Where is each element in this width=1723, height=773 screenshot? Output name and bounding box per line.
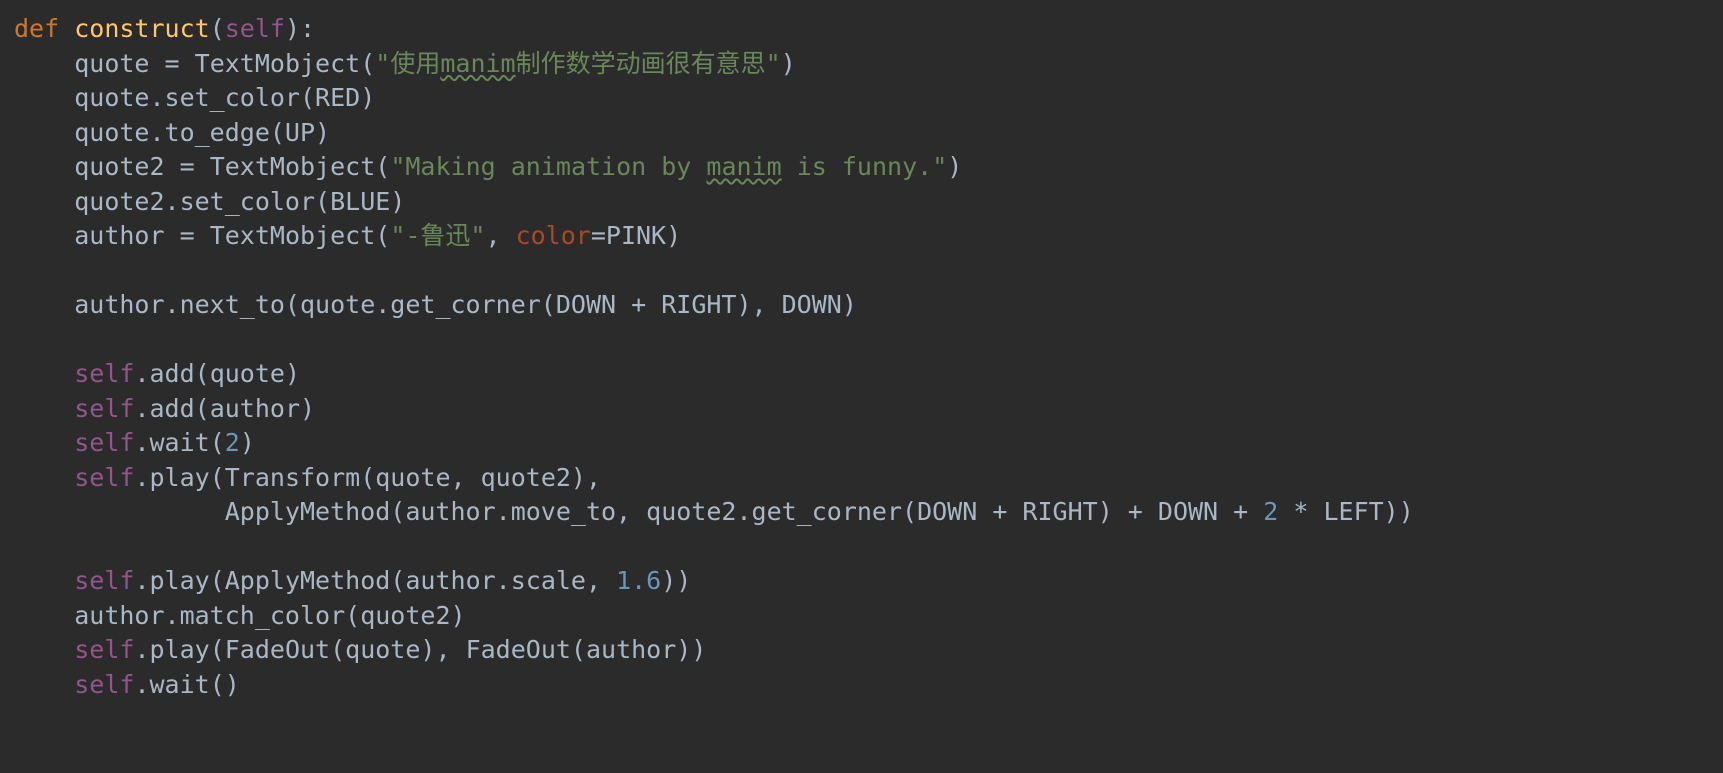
number-literal: 2 — [1263, 497, 1278, 526]
equals: = — [180, 221, 195, 250]
self-ref: self — [74, 670, 134, 699]
self-ref: self — [74, 635, 134, 664]
string-text: 使用 — [390, 49, 440, 78]
indent — [14, 359, 74, 388]
indent — [14, 497, 225, 526]
equals: = — [180, 152, 195, 181]
paren-close-colon: ): — [285, 14, 315, 43]
self-ref: self — [74, 394, 134, 423]
rest: * LEFT)) — [1278, 497, 1413, 526]
paren-close: ) — [781, 49, 796, 78]
indent — [14, 221, 74, 250]
code-line: def construct(self): — [14, 14, 315, 43]
number-literal: 1.6 — [616, 566, 661, 595]
string-literal: "-鲁迅" — [390, 221, 485, 250]
comma: , — [485, 221, 515, 250]
paren-open: ( — [210, 14, 225, 43]
indent — [14, 49, 74, 78]
indent — [14, 394, 74, 423]
string-text: Making animation by — [405, 152, 706, 181]
indent — [14, 152, 74, 181]
statement: quote.to_edge(UP) — [74, 118, 330, 147]
call: TextMobject( — [180, 49, 376, 78]
statement: quote2.set_color(BLUE) — [74, 187, 405, 216]
kwarg-name: color — [516, 221, 591, 250]
code-line: self.play(Transform(quote, quote2), — [14, 463, 601, 492]
code-line: self.add(quote) — [14, 359, 300, 388]
indent — [14, 187, 74, 216]
number-literal: 2 — [225, 428, 240, 457]
statement: author.match_color(quote2) — [74, 601, 465, 630]
continuation: ApplyMethod(author.move_to, quote2.get_c… — [225, 497, 1264, 526]
keyword-def: def — [14, 14, 74, 43]
indent — [14, 428, 74, 457]
method-call: .play(ApplyMethod(author.scale, — [134, 566, 616, 595]
method-call: .play(FadeOut(quote), FadeOut(author)) — [134, 635, 706, 664]
spellcheck-squiggle: manim — [440, 49, 515, 78]
indent — [14, 670, 74, 699]
paren-close: ) — [240, 428, 255, 457]
identifier: author — [74, 221, 179, 250]
call: TextMobject( — [195, 152, 391, 181]
indent — [14, 635, 74, 664]
code-line: self.play(ApplyMethod(author.scale, 1.6)… — [14, 566, 691, 595]
self-param: self — [225, 14, 285, 43]
equals: = — [591, 221, 606, 250]
code-line: quote = TextMobject("使用manim制作数学动画很有意思") — [14, 49, 796, 78]
kwarg-value: PINK) — [606, 221, 681, 250]
code-line: ApplyMethod(author.move_to, quote2.get_c… — [14, 497, 1414, 526]
identifier: quote — [74, 49, 164, 78]
self-ref: self — [74, 428, 134, 457]
method-call: .add(quote) — [134, 359, 300, 388]
code-editor[interactable]: def construct(self): quote = TextMobject… — [0, 0, 1723, 702]
code-line: self.wait(2) — [14, 428, 255, 457]
paren-close: ) — [947, 152, 962, 181]
code-line: author.match_color(quote2) — [14, 601, 466, 630]
code-line: self.play(FadeOut(quote), FadeOut(author… — [14, 635, 706, 664]
code-line: quote2 = TextMobject("Making animation b… — [14, 152, 962, 181]
self-ref: self — [74, 566, 134, 595]
method-call: .play(Transform(quote, quote2), — [134, 463, 601, 492]
spellcheck-squiggle: manim — [706, 152, 781, 181]
method-call: .add(author) — [134, 394, 315, 423]
string-close: " — [932, 152, 947, 181]
self-ref: self — [74, 463, 134, 492]
code-line: author.next_to(quote.get_corner(DOWN + R… — [14, 290, 857, 319]
self-ref: self — [74, 359, 134, 388]
indent — [14, 83, 74, 112]
identifier: quote2 — [74, 152, 179, 181]
code-line: self.add(author) — [14, 394, 315, 423]
code-line: quote.set_color(RED) — [14, 83, 375, 112]
string-text: is funny. — [782, 152, 933, 181]
paren-close: )) — [661, 566, 691, 595]
code-line: quote.to_edge(UP) — [14, 118, 330, 147]
code-line: quote2.set_color(BLUE) — [14, 187, 405, 216]
indent — [14, 601, 74, 630]
method-call: .wait( — [134, 428, 224, 457]
string-open: " — [390, 152, 405, 181]
indent — [14, 290, 74, 319]
code-line: author = TextMobject("-鲁迅", color=PINK) — [14, 221, 681, 250]
indent — [14, 566, 74, 595]
string-close: " — [766, 49, 781, 78]
call: TextMobject( — [195, 221, 391, 250]
indent — [14, 118, 74, 147]
function-name: construct — [74, 14, 209, 43]
equals: = — [165, 49, 180, 78]
code-line: self.wait() — [14, 670, 240, 699]
statement: author.next_to(quote.get_corner(DOWN + R… — [74, 290, 857, 319]
method-call: .wait() — [134, 670, 239, 699]
statement: quote.set_color(RED) — [74, 83, 375, 112]
string-text: 制作数学动画很有意思 — [516, 49, 766, 78]
string-open: " — [375, 49, 390, 78]
indent — [14, 463, 74, 492]
